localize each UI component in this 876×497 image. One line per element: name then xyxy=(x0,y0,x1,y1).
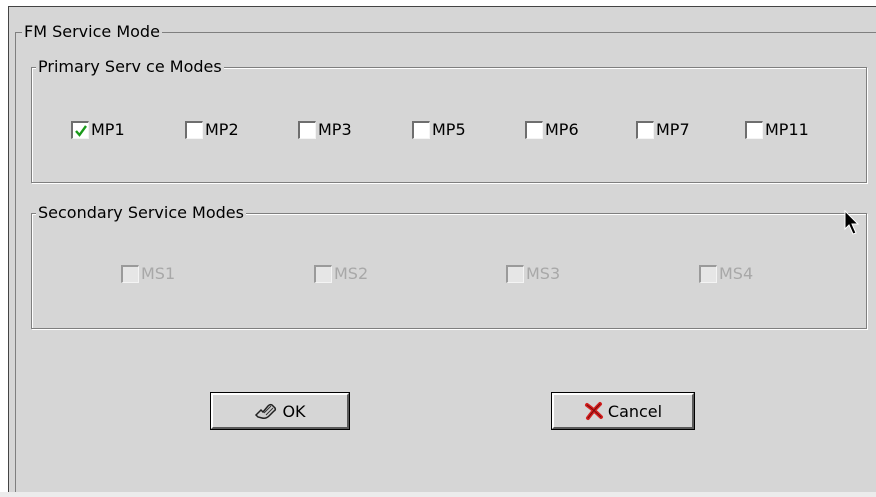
checkbox-box xyxy=(121,265,139,283)
ok-button-label: OK xyxy=(282,401,306,421)
checkbox-ms1: MS1 xyxy=(121,265,175,283)
cancel-button[interactable]: Cancel xyxy=(551,392,695,430)
checkbox-box[interactable] xyxy=(298,121,316,139)
checkbox-label: MP7 xyxy=(656,120,690,139)
checkbox-mp7[interactable]: MP7 xyxy=(636,121,690,139)
dialog-panel: FM Service Mode Primary Serv ce Modes MP… xyxy=(8,6,876,492)
fm-service-mode-dialog: FM Service Mode Primary Serv ce Modes MP… xyxy=(0,0,876,497)
check-mark-icon xyxy=(75,125,87,137)
checkbox-box xyxy=(699,265,717,283)
checkbox-label: MP5 xyxy=(432,120,466,139)
checkbox-ms3: MS3 xyxy=(506,265,560,283)
mouse-pointer-icon xyxy=(844,209,862,240)
checkbox-label: MP3 xyxy=(318,120,352,139)
checkbox-label: MP11 xyxy=(765,120,809,139)
checkbox-mp2[interactable]: MP2 xyxy=(185,121,239,139)
checkbox-box[interactable] xyxy=(525,121,543,139)
primary-service-modes-title: Primary Serv ce Modes xyxy=(36,57,224,76)
bottom-strip xyxy=(0,492,876,497)
checkbox-label: MP2 xyxy=(205,120,239,139)
checkbox-mp11[interactable]: MP11 xyxy=(745,121,809,139)
checkbox-mp6[interactable]: MP6 xyxy=(525,121,579,139)
cancel-button-label: Cancel xyxy=(607,401,663,421)
checkbox-mp5[interactable]: MP5 xyxy=(412,121,466,139)
checkbox-label: MP1 xyxy=(91,120,125,139)
checkbox-box[interactable] xyxy=(745,121,763,139)
checkbox-box xyxy=(506,265,524,283)
ok-button[interactable]: OK xyxy=(210,392,350,430)
checkbox-label: MP6 xyxy=(545,120,579,139)
checkbox-label: MS2 xyxy=(334,264,369,283)
checkbox-box[interactable] xyxy=(412,121,430,139)
checkbox-label: MS1 xyxy=(141,264,176,283)
checkbox-ms2: MS2 xyxy=(314,265,368,283)
red-x-icon xyxy=(584,401,604,421)
checkbox-box xyxy=(314,265,332,283)
checkbox-label: MS3 xyxy=(526,264,561,283)
fm-service-mode-title: FM Service Mode xyxy=(22,22,162,41)
checkbox-label: MS4 xyxy=(719,264,754,283)
checkbox-box[interactable] xyxy=(71,121,89,139)
checkbox-box[interactable] xyxy=(636,121,654,139)
checkbox-box[interactable] xyxy=(185,121,203,139)
ok-hand-icon xyxy=(254,401,278,421)
secondary-service-modes-title: Secondary Service Modes xyxy=(36,203,246,222)
checkbox-mp1[interactable]: MP1 xyxy=(71,121,125,139)
checkbox-mp3[interactable]: MP3 xyxy=(298,121,352,139)
checkbox-ms4: MS4 xyxy=(699,265,753,283)
fm-service-mode-group-left-edge xyxy=(15,32,16,492)
